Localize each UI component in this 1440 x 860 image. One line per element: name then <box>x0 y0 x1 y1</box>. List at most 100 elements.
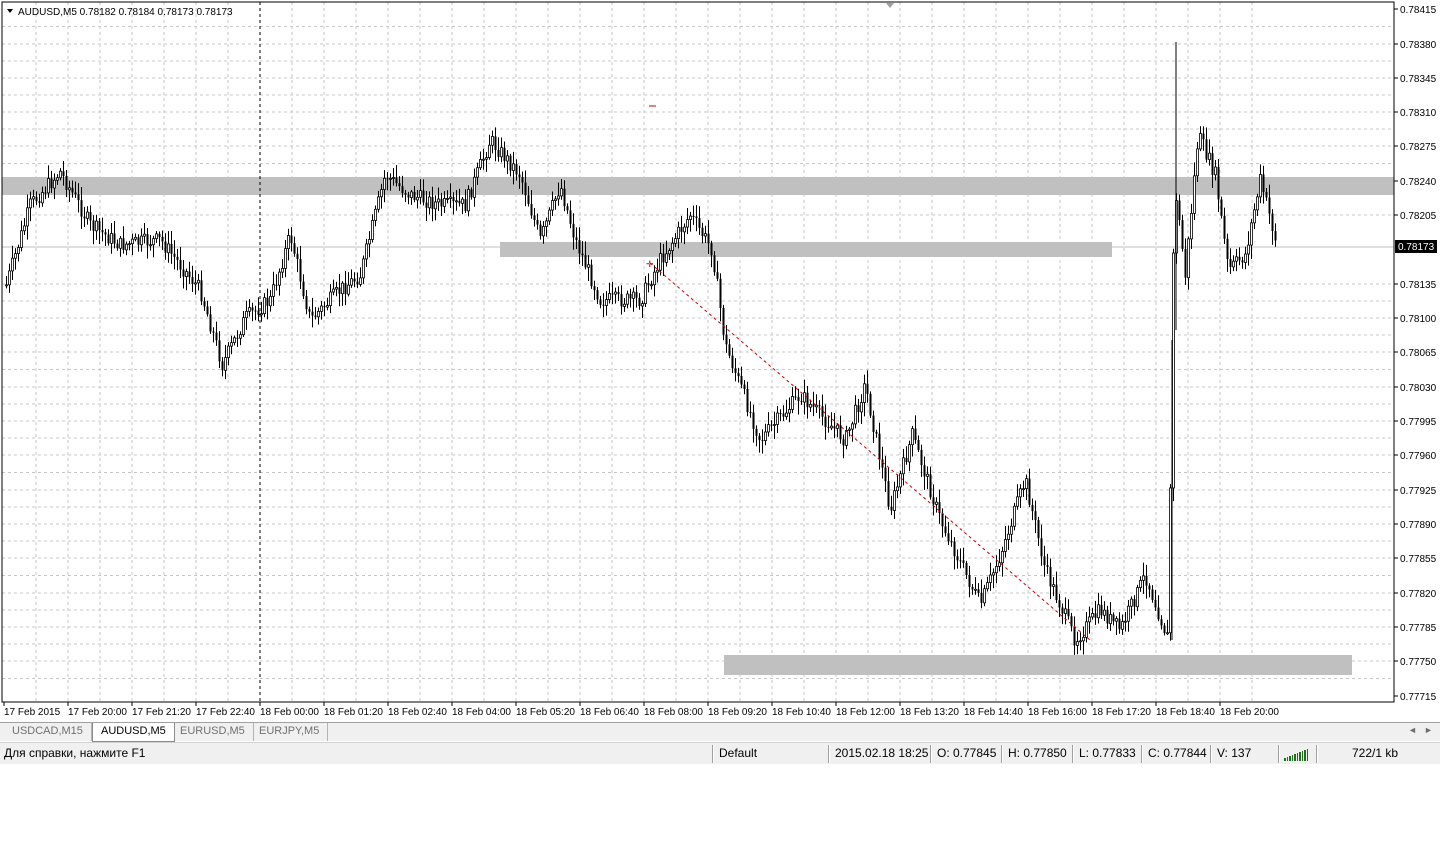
candle-bear <box>971 586 974 590</box>
candle-bear <box>1238 256 1241 261</box>
candle-bull <box>410 191 413 198</box>
candle-bear <box>218 340 221 362</box>
candle-bull <box>227 345 230 358</box>
tab-usdcad-m15[interactable]: USDCAD,M15 <box>4 723 92 741</box>
candle-bear <box>1184 248 1187 278</box>
arrow-right-icon[interactable]: ► <box>1424 725 1433 735</box>
candle-bull <box>1139 579 1142 588</box>
candle-bull <box>350 278 353 286</box>
resistance-zone-upper[interactable] <box>2 177 1394 195</box>
candle-bear <box>71 187 74 193</box>
candle-bull <box>437 198 440 203</box>
candle-bull <box>1016 496 1019 507</box>
time-tick-label: 18 Feb 20:00 <box>1220 707 1279 718</box>
candle-bear <box>620 293 623 307</box>
tab-audusd-m5[interactable]: AUDUSD,M5 <box>92 723 175 742</box>
candle-bull <box>332 288 335 293</box>
trend-line[interactable] <box>649 262 1091 641</box>
candle-bull <box>41 192 44 204</box>
candle-bear <box>1274 231 1277 241</box>
time-tick-label: 18 Feb 08:00 <box>644 707 703 718</box>
candle-bull <box>482 158 485 161</box>
candle-bear <box>1211 153 1214 175</box>
profile-name[interactable]: Default <box>715 743 757 765</box>
candle-bull <box>1256 196 1259 211</box>
time-tick-label: 18 Feb 01:20 <box>324 707 383 718</box>
candle-bull <box>230 342 233 347</box>
candle-bear <box>1049 566 1052 587</box>
candle-bear <box>734 368 737 373</box>
candle-bull <box>863 383 866 403</box>
candle-bull <box>653 271 656 286</box>
candle-bear <box>581 253 584 256</box>
candle-bear <box>728 344 731 356</box>
candle-bear <box>743 384 746 389</box>
status-divider <box>1316 745 1318 763</box>
candle-bear <box>200 280 203 302</box>
candle-bear <box>236 337 239 339</box>
support-zone-lower[interactable] <box>724 655 1352 675</box>
candle-bear <box>215 332 218 341</box>
candle-bear <box>638 297 641 306</box>
status-high: H: 0.77850 <box>1008 746 1067 760</box>
status-bar: Для справки, нажмите F1 Default 2015.02.… <box>0 742 1440 764</box>
tab-eurjpy-m5[interactable]: EURJPY,M5 <box>251 723 329 741</box>
candle-bear <box>1241 260 1244 263</box>
candle-bear <box>353 278 356 282</box>
status-divider <box>1278 745 1280 763</box>
price-tick-label: 0.78030 <box>1400 383 1437 394</box>
trend-line-anchor-icon[interactable]: ✛ <box>646 260 654 270</box>
candle-bear <box>1163 625 1166 634</box>
candle-bear <box>65 175 68 190</box>
status-low: L: 0.77833 <box>1079 746 1136 760</box>
chart-window[interactable]: ✛ 0.78415 0.78380 0.78345 0.78310 0.78275 0.7… <box>0 0 1440 722</box>
candle-bull <box>1097 604 1100 619</box>
candle-bear <box>917 440 920 450</box>
candle-bull <box>995 566 998 574</box>
chart-shift-marker-icon[interactable] <box>886 3 894 8</box>
candle-bull <box>1022 488 1025 491</box>
status-divider <box>1210 745 1212 763</box>
candle-bull <box>983 588 986 604</box>
candle-bear <box>395 177 398 184</box>
candle-bear <box>107 234 110 244</box>
candle-bear <box>404 193 407 195</box>
candle-bear <box>1118 618 1121 630</box>
candle-bear <box>731 355 734 369</box>
arrow-left-icon[interactable]: ◄ <box>1408 725 1417 735</box>
candle-bull <box>1085 621 1088 638</box>
candle-bear <box>104 232 107 235</box>
candle-bull <box>167 243 170 254</box>
candle-bear <box>74 192 77 195</box>
candle-bull <box>17 247 20 254</box>
candle-bear <box>956 556 959 561</box>
price-chart[interactable]: ✛ 0.784150.783800.783450.783100.782750.7… <box>0 0 1440 722</box>
candle-bear <box>695 216 698 219</box>
candle-bear <box>356 281 359 285</box>
candle-bull <box>416 196 419 201</box>
candle-bull <box>614 291 617 295</box>
candle-bear <box>578 240 581 254</box>
candle-bear <box>920 449 923 466</box>
candle-bull <box>674 238 677 244</box>
candle-bull <box>335 287 338 290</box>
connection-bars-icon[interactable] <box>1284 749 1308 761</box>
candle-bear <box>296 253 299 260</box>
candle-bear <box>251 307 254 311</box>
candle-bull <box>362 258 365 279</box>
chart-menu-triangle-icon[interactable] <box>7 9 13 13</box>
price-tick-label: 0.78100 <box>1400 314 1437 325</box>
price-tick-label: 0.77925 <box>1400 486 1437 497</box>
candle-bear <box>680 227 683 232</box>
candle-bear <box>929 474 932 498</box>
candle-bull <box>1013 505 1016 527</box>
resistance-zone-middle[interactable] <box>500 242 1112 257</box>
tab-eurusd-m5[interactable]: EURUSD,M5 <box>172 723 254 741</box>
candle-bear <box>701 227 704 237</box>
candle-bull <box>848 428 851 431</box>
candle-bull <box>329 291 332 306</box>
candle-bull <box>1115 618 1118 622</box>
candle-bull <box>1091 612 1094 618</box>
candle-bull <box>374 208 377 221</box>
candle-bear <box>1145 575 1148 586</box>
